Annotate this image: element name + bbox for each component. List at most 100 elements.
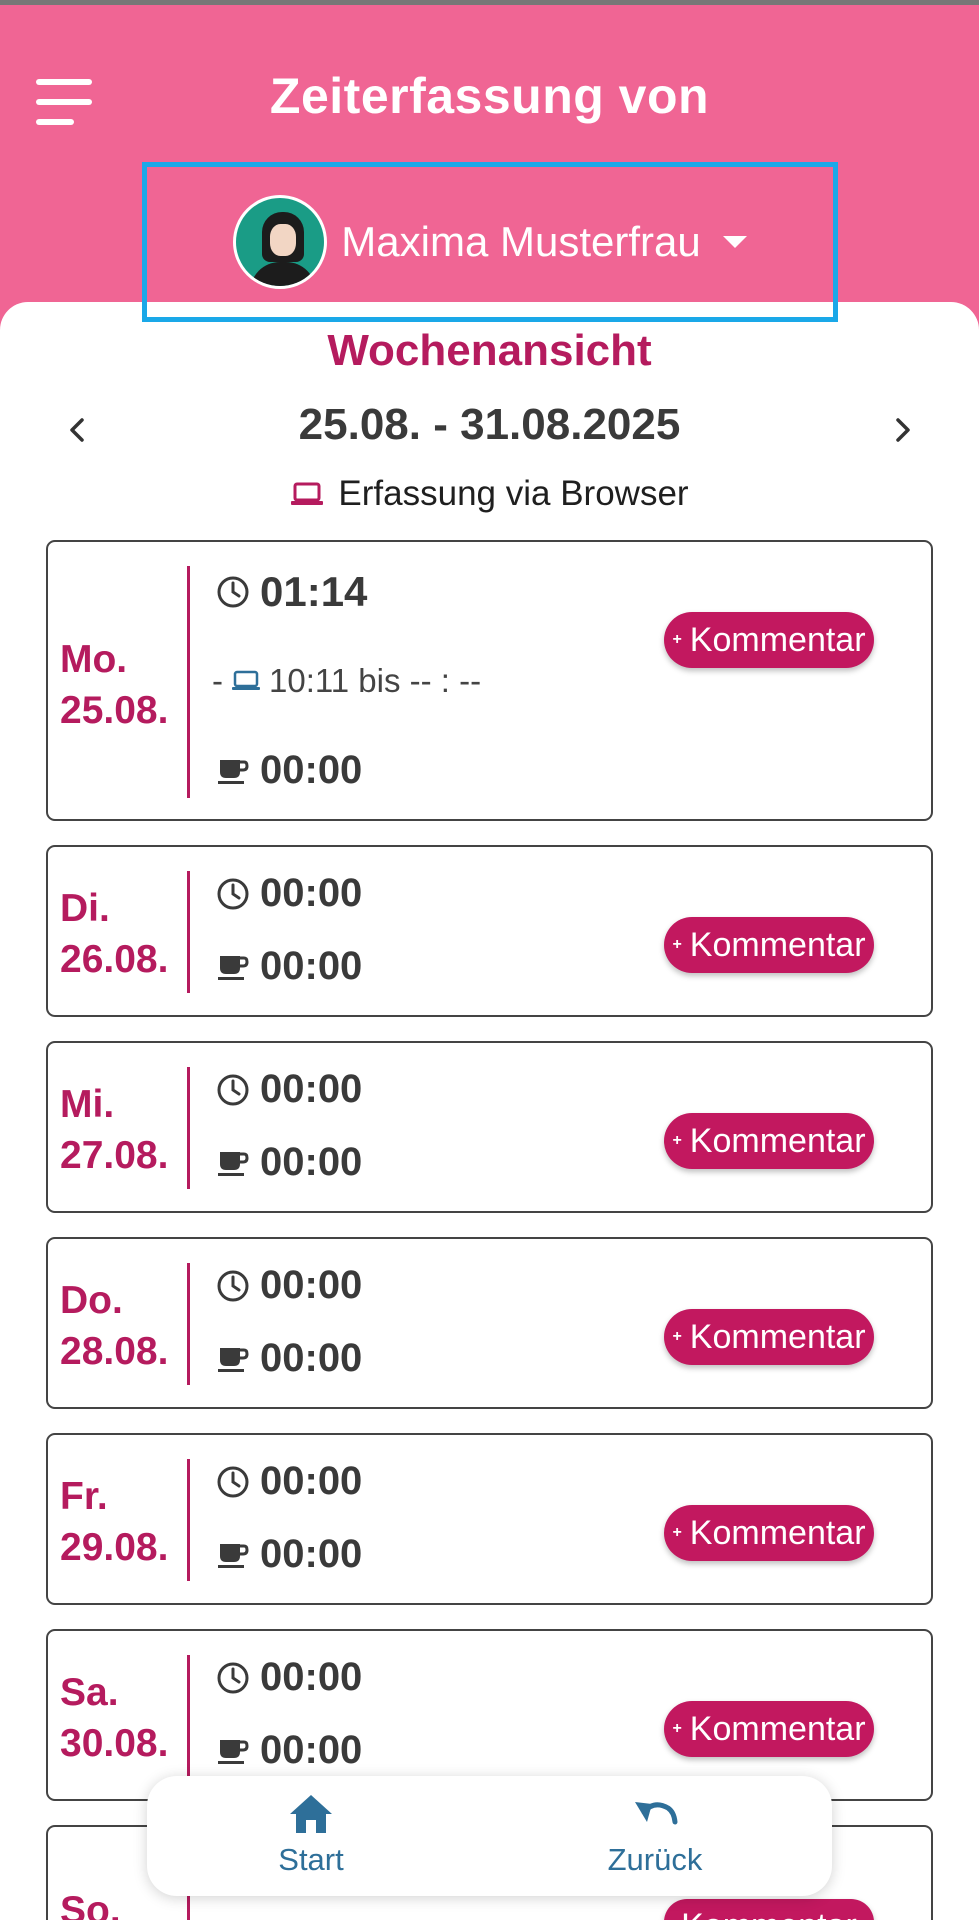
avatar (233, 195, 328, 289)
day-date: 28.08. (60, 1330, 169, 1373)
capture-source: Erfassung via Browser (0, 474, 979, 514)
nav-start-label: Start (278, 1842, 344, 1877)
day-card: Di. 26.08. 00:00 00:00 + Kommentar (46, 845, 933, 1017)
day-divider (187, 1263, 190, 1385)
nav-back[interactable]: Zurück (555, 1792, 755, 1878)
day-weekday: Di. (60, 887, 110, 930)
break-time: 00:00 (260, 944, 363, 988)
day-label: Sa. 30.08. (60, 1667, 168, 1769)
day-date: 26.08. (60, 938, 169, 981)
work-time: 00:00 (260, 1655, 363, 1699)
coffee-icon (218, 1151, 249, 1176)
day-card: Do. 28.08. 00:00 00:00 + Kommentar (46, 1237, 933, 1409)
week-range: 25.08. - 31.08.2025 (298, 400, 681, 449)
user-name: Maxima Musterfrau (341, 218, 701, 265)
break-time-row: 00:00 (216, 1336, 362, 1381)
day-weekday: Fr. (60, 1475, 108, 1518)
comment-label: Kommentar (681, 1907, 857, 1920)
comment-label: Kommentar (689, 1513, 866, 1552)
day-date: 29.08. (60, 1526, 169, 1569)
day-date: 25.08. (60, 689, 169, 732)
day-card: Fr. 29.08. 00:00 00:00 + Kommentar (46, 1433, 933, 1605)
laptop-icon (291, 482, 324, 505)
day-date: 27.08. (60, 1134, 169, 1177)
comment-label: Kommentar (689, 925, 866, 964)
comment-label: Kommentar (689, 1121, 866, 1160)
time-entry[interactable]: - 10:11 bis -- : -- (212, 662, 481, 700)
view-title: Wochenansicht (327, 326, 652, 375)
day-label: Do. 28.08. (60, 1275, 168, 1377)
coffee-icon (218, 955, 249, 980)
caret-down-icon (722, 236, 747, 248)
undo-icon (635, 1802, 678, 1825)
break-time: 00:00 (260, 1532, 363, 1576)
day-divider (187, 871, 190, 993)
day-weekday: Do. (60, 1279, 123, 1322)
day-date: 30.08. (60, 1722, 169, 1765)
capture-source-label: Erfassung via Browser (338, 474, 689, 513)
home-icon (290, 1795, 332, 1833)
work-time: 00:00 (260, 1459, 363, 1503)
add-comment-button[interactable]: + Kommentar (664, 1113, 874, 1169)
break-time: 00:00 (260, 1728, 363, 1772)
clock-icon (217, 1466, 249, 1497)
work-time-row: 00:00 (216, 1263, 362, 1308)
day-divider (187, 566, 190, 798)
work-time-row: 00:00 (216, 1655, 362, 1700)
break-time: 00:00 (260, 748, 363, 792)
day-divider (187, 1067, 190, 1189)
add-comment-button[interactable]: + Kommentar (664, 1309, 874, 1365)
day-label: So. (60, 1885, 121, 1920)
break-time-row: 00:00 (216, 1140, 362, 1185)
coffee-icon (218, 759, 249, 784)
break-time-row: 00:00 (216, 944, 362, 989)
clock-icon (217, 1270, 249, 1301)
work-time: 00:00 (260, 871, 363, 915)
nav-back-label: Zurück (607, 1842, 703, 1877)
work-time: 00:00 (260, 1067, 363, 1111)
coffee-icon (218, 1347, 249, 1372)
comment-label: Kommentar (689, 1709, 866, 1748)
nav-start[interactable]: Start (211, 1792, 411, 1878)
day-label: Di. 26.08. (60, 883, 168, 985)
break-time: 00:00 (260, 1140, 363, 1184)
app-title: Zeiterfassung von (269, 68, 710, 124)
coffee-icon (218, 1739, 249, 1764)
day-label: Mi. 27.08. (60, 1079, 168, 1181)
clock-icon (217, 878, 249, 909)
day-label: Fr. 29.08. (60, 1471, 168, 1573)
break-time: 00:00 (260, 1336, 363, 1380)
comment-label: Kommentar (689, 620, 866, 659)
clock-icon (217, 1074, 249, 1105)
bottom-navigation: Start Zurück (147, 1776, 832, 1896)
chevron-right-icon (896, 418, 910, 442)
add-comment-button[interactable]: + Kommentar (664, 917, 874, 973)
entry-time: 10:11 bis -- : -- (269, 662, 482, 699)
day-divider (187, 1459, 190, 1581)
laptop-icon (232, 670, 260, 690)
day-weekday: So. (60, 1889, 121, 1920)
work-time: 00:00 (260, 1263, 363, 1307)
add-comment-button[interactable]: + Kommentar (664, 1701, 874, 1757)
add-comment-button[interactable]: + Kommentar (664, 612, 874, 668)
break-time-row: 00:00 (216, 1728, 362, 1773)
day-card: Mi. 27.08. 00:00 00:00 + Kommentar (46, 1041, 933, 1213)
work-time-row: 01:14 (216, 568, 367, 616)
coffee-icon (218, 1543, 249, 1568)
entry-prefix: - (212, 662, 223, 699)
day-weekday: Mo. (60, 638, 128, 681)
work-time-row: 00:00 (216, 1067, 362, 1112)
clock-icon (217, 1662, 249, 1693)
break-time-row: 00:00 (216, 748, 362, 793)
add-comment-button[interactable]: + Kommentar (664, 1505, 874, 1561)
day-weekday: Mi. (60, 1083, 115, 1126)
user-selector[interactable]: Maxima Musterfrau (142, 162, 838, 322)
day-weekday: Sa. (60, 1671, 119, 1714)
comment-label: Kommentar (689, 1317, 866, 1356)
next-week-button[interactable] (882, 410, 922, 450)
add-comment-button[interactable]: Kommentar (664, 1899, 874, 1920)
work-time: 01:14 (260, 568, 368, 615)
break-time-row: 00:00 (216, 1532, 362, 1577)
work-time-row: 00:00 (216, 871, 362, 916)
day-card: Mo. 25.08. 01:14 - 10:11 bis -- : -- 00:… (46, 540, 933, 821)
